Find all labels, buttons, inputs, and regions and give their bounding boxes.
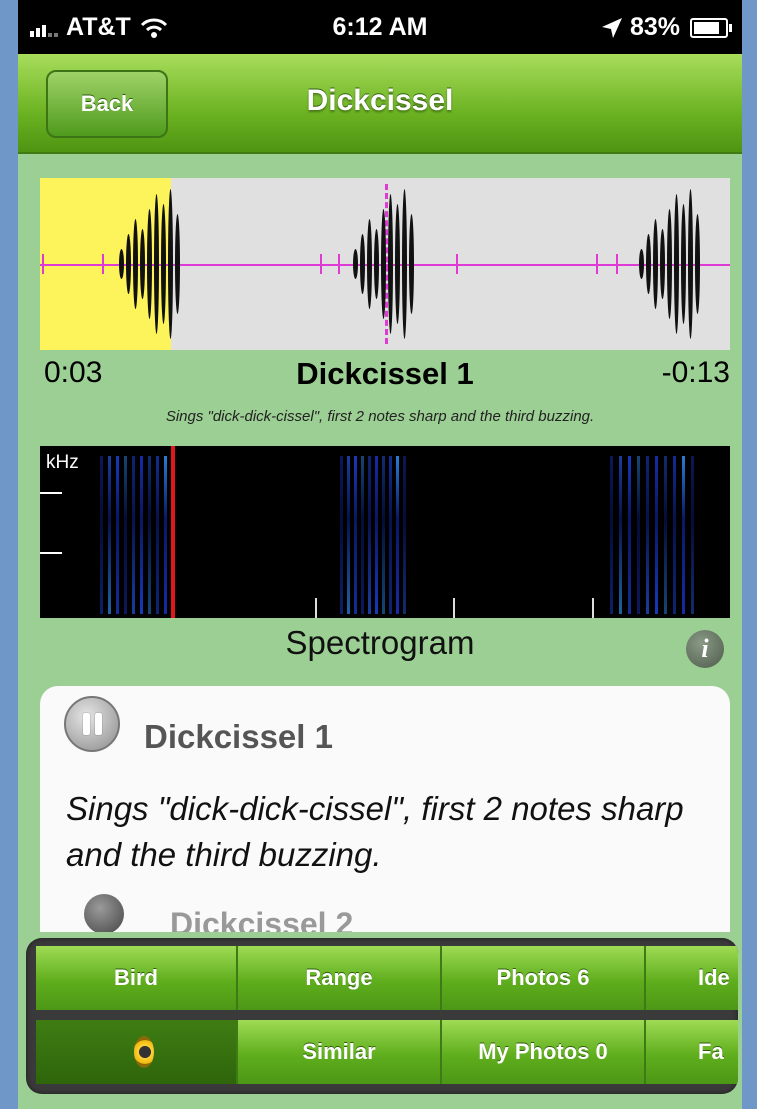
spectrogram-label: Spectrogram: [285, 624, 475, 661]
spectrogram-x-tick: [315, 598, 317, 618]
waveform-burst: [115, 178, 185, 350]
detail-title: Dickcissel 1: [144, 718, 333, 755]
spectrogram-axis-label: kHz: [46, 452, 79, 473]
spectrogram-y-tick: [40, 552, 62, 554]
spectrogram-view[interactable]: kHz: [40, 446, 730, 618]
location-arrow-icon: [601, 17, 622, 38]
waveform-marker: [42, 254, 44, 274]
status-right: 83%: [600, 13, 732, 42]
status-bar: AT&T 6:12 AM 83%: [18, 0, 742, 54]
waveform-marker: [320, 254, 322, 274]
spectrogram-x-tick: [592, 598, 594, 618]
info-icon[interactable]: i: [686, 630, 724, 668]
waveform-marker: [596, 254, 598, 274]
app-screen: AT&T 6:12 AM 83% Back Dickcissel 0:03 Di…: [18, 0, 742, 1109]
tab-bird[interactable]: Bird: [36, 946, 238, 1010]
navigation-bar: Back Dickcissel: [18, 54, 742, 154]
recording-caption: Sings "dick-dick-cissel", first 2 notes …: [165, 408, 595, 425]
waveform-marker: [102, 254, 104, 274]
tab-similar[interactable]: Similar: [238, 1020, 442, 1084]
battery-percent: 83%: [629, 13, 680, 41]
speaker-icon[interactable]: [84, 894, 124, 932]
pause-icon-bar: [94, 713, 102, 735]
tab-row-2: Similar My Photos 0 Fa: [36, 1020, 738, 1084]
bottom-tab-grid: Bird Range Photos 6 Ide Similar My Photo…: [26, 938, 738, 1094]
recording-detail-card: Dickcissel 1 Sings "dick-dick-cissel", f…: [40, 686, 730, 932]
tab-row-1: Bird Range Photos 6 Ide: [36, 946, 738, 1010]
spectrogram-playhead[interactable]: [171, 446, 176, 618]
spectrogram-cluster: [340, 446, 410, 618]
recording-title: Dickcissel 1: [296, 356, 474, 391]
pause-button[interactable]: [64, 696, 120, 752]
speaker-icon: [118, 1032, 154, 1072]
tab-my-photos[interactable]: My Photos 0: [442, 1020, 646, 1084]
spectrogram-cluster: [610, 446, 700, 618]
tab-identify[interactable]: Ide: [646, 946, 738, 1010]
remaining-time: -0:13: [661, 356, 730, 389]
playback-time-row: 0:03 Dickcissel 1 -0:13: [40, 356, 730, 396]
waveform-burst: [349, 178, 419, 350]
spectrogram-y-tick: [40, 492, 62, 494]
waveform-burst: [635, 178, 705, 350]
tab-photos[interactable]: Photos 6: [442, 946, 646, 1010]
waveform-marker: [616, 254, 618, 274]
spectrogram-cluster: [100, 446, 180, 618]
tab-range[interactable]: Range: [238, 946, 442, 1010]
waveform-marker: [338, 254, 340, 274]
battery-icon: [690, 17, 732, 38]
spectrogram-x-tick: [453, 598, 455, 618]
pause-icon-bar: [82, 713, 90, 735]
waveform-marker: [456, 254, 458, 274]
next-recording-peek[interactable]: Dickcissel 2: [170, 906, 353, 932]
waveform-scrubber[interactable]: [40, 178, 730, 350]
tab-favorites[interactable]: Fa: [646, 1020, 738, 1084]
tab-sounds[interactable]: [36, 1020, 238, 1084]
battery-fill: [694, 21, 719, 34]
detail-description: Sings "dick-dick-cissel", first 2 notes …: [66, 790, 684, 873]
page-title: Dickcissel: [306, 84, 454, 117]
